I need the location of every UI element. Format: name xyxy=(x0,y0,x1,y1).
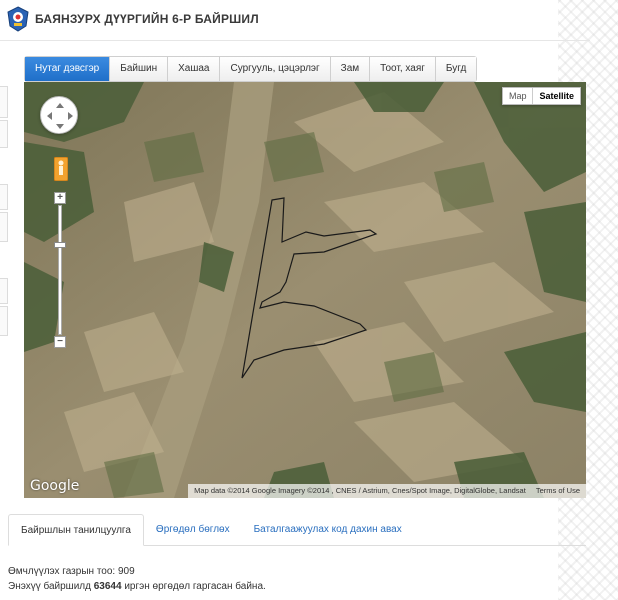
tab-addresses[interactable]: Тоот, хаяг xyxy=(370,57,436,81)
tab-buildings[interactable]: Байшин xyxy=(110,57,169,81)
google-logo: Google xyxy=(30,478,80,494)
tab-fill-application[interactable]: Өргөдөл бөглөх xyxy=(144,514,242,546)
map-type-map-button[interactable]: Map xyxy=(503,88,533,104)
zoom-slider-handle[interactable] xyxy=(54,242,66,248)
terms-of-use-link[interactable]: Terms of Use xyxy=(536,484,580,498)
land-count-label: Өмчлүүлэх газрын тоо: xyxy=(8,566,116,577)
tab-all[interactable]: Бугд xyxy=(435,57,477,81)
tab-resend-code[interactable]: Баталгаажуулах код дахин авах xyxy=(242,514,414,546)
logo-icon xyxy=(7,6,29,32)
sidebar-box xyxy=(0,120,8,148)
tab-location-intro[interactable]: Байршлын танилцуулга xyxy=(8,514,144,546)
sidebar-box xyxy=(0,278,8,304)
pan-control-icon[interactable] xyxy=(40,96,78,134)
applications-count: 63644 xyxy=(93,581,122,592)
sidebar-box xyxy=(0,86,8,118)
attribution-text: Map data ©2014 Google Imagery ©2014 , CN… xyxy=(194,486,526,495)
page-title: БАЯНЗУРХ ДҮҮРГИЙН 6-Р БАЙРШИЛ xyxy=(35,12,259,26)
pegman-icon[interactable] xyxy=(54,157,68,181)
land-count-line: Өмчлүүлэх газрын тоо: 909 xyxy=(8,566,135,577)
zoom-slider-track[interactable] xyxy=(58,205,62,335)
page-header: БАЯНЗУРХ ДҮҮРГИЙН 6-Р БАЙРШИЛ xyxy=(0,0,618,40)
info-tabs: Байршлын танилцуулга Өргөдөл бөглөх Бата… xyxy=(8,514,414,546)
sidebar-box xyxy=(0,184,8,210)
applications-prefix: Энэхүү байршилд xyxy=(8,581,91,592)
sidebar-box xyxy=(0,212,8,242)
map-attribution: Map data ©2014 Google Imagery ©2014 , CN… xyxy=(188,484,586,498)
satellite-terrain xyxy=(24,82,586,498)
land-count-value: 909 xyxy=(117,566,135,577)
zoom-out-icon[interactable]: − xyxy=(54,336,66,348)
applications-line: Энэхүү байршилд 63644 иргэн өргөдөл гарг… xyxy=(8,581,266,592)
map-layer-tabs: Нутаг дэвсгэр Байшин Хашаа Сургууль, цэц… xyxy=(24,56,478,82)
tab-territory[interactable]: Нутаг дэвсгэр xyxy=(25,57,111,81)
tab-fences[interactable]: Хашаа xyxy=(168,57,221,81)
tab-schools[interactable]: Сургууль, цэцэрлэг xyxy=(220,57,331,81)
applications-suffix: иргэн өргөдөл гаргасан байна. xyxy=(124,581,266,592)
tab-roads[interactable]: Зам xyxy=(330,57,371,81)
satellite-map[interactable]: Map Satellite + − Google Map data ©2014 … xyxy=(24,82,586,498)
header-divider xyxy=(0,40,590,41)
map-type-satellite-button[interactable]: Satellite xyxy=(532,88,580,104)
zoom-in-icon[interactable]: + xyxy=(54,192,66,204)
sidebar-box xyxy=(0,306,8,336)
map-type-control: Map Satellite xyxy=(501,87,581,105)
